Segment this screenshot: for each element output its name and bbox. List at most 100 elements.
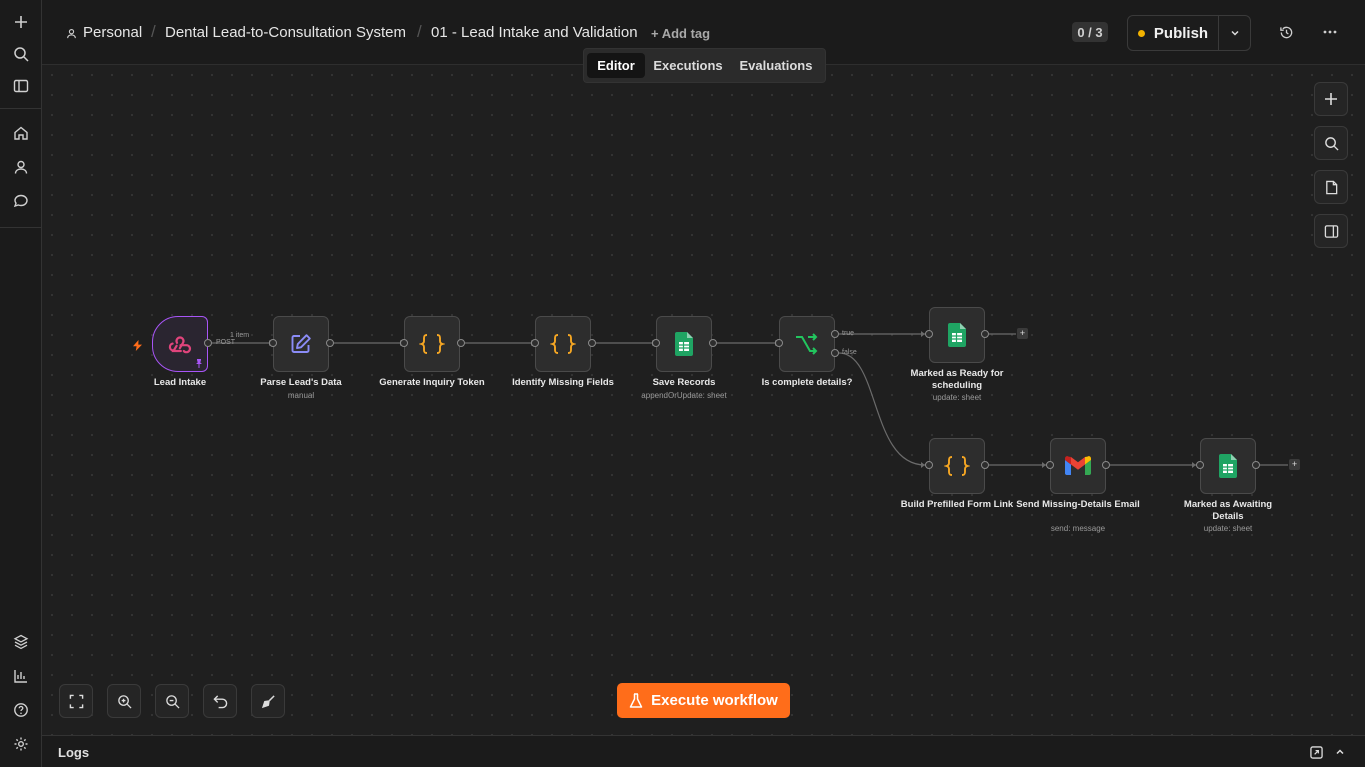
templates-icon[interactable] — [9, 630, 33, 654]
status-dot — [1137, 29, 1145, 37]
input-port[interactable] — [1196, 461, 1204, 469]
broom-icon — [261, 694, 275, 708]
tab-evaluations[interactable]: Evaluations — [734, 53, 818, 78]
search-nodes-button[interactable] — [1314, 126, 1348, 160]
tidy-up-button[interactable] — [251, 684, 285, 718]
tab-editor[interactable]: Editor — [587, 53, 645, 78]
node-is-complete-details[interactable] — [779, 316, 835, 372]
webhook-icon — [168, 336, 191, 354]
input-port[interactable] — [775, 339, 783, 347]
tab-executions[interactable]: Executions — [650, 53, 726, 78]
node-label: Send Missing-Details Email — [1016, 499, 1140, 510]
if-false-label: false — [842, 349, 857, 356]
node-label: Build Prefilled Form Link — [900, 499, 1014, 510]
pop-out-icon[interactable] — [1308, 744, 1324, 760]
sticky-note-button[interactable] — [1314, 170, 1348, 204]
zoom-in-icon — [117, 694, 132, 709]
add-node-plus-icon[interactable]: + — [1289, 459, 1300, 470]
more-options-icon[interactable] — [1320, 22, 1340, 42]
chevron-down-icon — [1230, 30, 1239, 36]
user-icon[interactable] — [9, 155, 33, 179]
output-port[interactable] — [1252, 461, 1260, 469]
output-port[interactable] — [457, 339, 465, 347]
sidebar-toggle-icon[interactable] — [9, 74, 33, 98]
trigger-bolt-icon — [133, 338, 142, 356]
node-send-missing-details-email[interactable] — [1050, 438, 1106, 494]
undo-button[interactable] — [203, 684, 237, 718]
output-port[interactable] — [204, 339, 212, 347]
node-lead-intake[interactable] — [152, 316, 208, 372]
if-true-label: true — [842, 330, 855, 337]
chat-icon[interactable] — [9, 189, 33, 213]
input-port[interactable] — [400, 339, 408, 347]
input-port[interactable] — [925, 461, 933, 469]
code-braces-icon — [944, 456, 970, 476]
help-icon[interactable] — [9, 698, 33, 722]
sticky-note-icon — [1325, 180, 1337, 194]
input-port[interactable] — [269, 339, 277, 347]
search-icon[interactable] — [9, 42, 33, 66]
publish-split-button: Publish — [1127, 15, 1251, 51]
node-subtitle: update: sheet — [1203, 524, 1253, 533]
node-marked-ready[interactable] — [929, 307, 985, 363]
node-label: Lead Intake — [153, 377, 207, 388]
left-sidebar — [0, 0, 42, 767]
webhook-method-label: POST — [216, 339, 236, 346]
settings-gear-icon[interactable] — [9, 732, 33, 756]
gmail-icon — [1065, 456, 1091, 475]
app-root: Personal / Dental Lead-to-Consultation S… — [0, 0, 1365, 767]
zoom-out-button[interactable] — [155, 684, 189, 718]
publish-button[interactable]: Publish — [1128, 16, 1219, 50]
wire-item-count: 1 item — [230, 332, 250, 339]
output-port[interactable] — [326, 339, 334, 347]
input-port[interactable] — [925, 330, 933, 338]
workflow-title[interactable]: 01 - Lead Intake and Validation — [431, 24, 638, 41]
sidebar-divider — [0, 227, 41, 228]
home-icon[interactable] — [9, 121, 33, 145]
output-port[interactable] — [709, 339, 717, 347]
undo-icon — [212, 694, 227, 708]
logs-title: Logs — [58, 745, 90, 760]
fit-view-button[interactable] — [59, 684, 93, 718]
add-node-button[interactable] — [1314, 82, 1348, 116]
zoom-in-button[interactable] — [107, 684, 141, 718]
input-port[interactable] — [531, 339, 539, 347]
output-port[interactable] — [981, 461, 989, 469]
node-label: Generate Inquiry Token — [379, 377, 485, 388]
zoom-out-icon — [165, 694, 180, 709]
toggle-panel-button[interactable] — [1314, 214, 1348, 248]
output-port[interactable] — [981, 330, 989, 338]
plus-icon[interactable] — [9, 10, 33, 34]
input-port[interactable] — [1046, 461, 1054, 469]
if-branch-icon — [796, 333, 818, 355]
node-build-prefilled-form-link[interactable] — [929, 438, 985, 494]
breadcrumb-project[interactable]: Personal — [83, 24, 142, 41]
logs-panel-bar[interactable]: Logs — [42, 735, 1365, 767]
execute-workflow-button[interactable]: Execute workflow — [617, 683, 790, 718]
node-marked-awaiting-details[interactable] — [1200, 438, 1256, 494]
node-save-records[interactable] — [656, 316, 712, 372]
output-port[interactable] — [588, 339, 596, 347]
add-node-plus-icon[interactable]: + — [1017, 328, 1028, 339]
node-generate-inquiry-token[interactable] — [404, 316, 460, 372]
input-port[interactable] — [652, 339, 660, 347]
node-subtitle: send: message — [1050, 524, 1106, 533]
node-parse-lead-data[interactable] — [273, 316, 329, 372]
output-port-true[interactable] — [831, 330, 839, 338]
output-port-false[interactable] — [831, 349, 839, 357]
google-sheets-icon — [1219, 454, 1237, 478]
sidebar-divider — [0, 108, 41, 109]
node-identify-missing-fields[interactable] — [535, 316, 591, 372]
add-tag-button[interactable]: + Add tag — [651, 26, 710, 41]
insights-chart-icon[interactable] — [9, 664, 33, 688]
output-port[interactable] — [1102, 461, 1110, 469]
history-icon[interactable] — [1276, 22, 1296, 42]
progress-counter: 0 / 3 — [1072, 22, 1108, 42]
chevron-up-icon[interactable] — [1332, 744, 1348, 760]
workflow-canvas[interactable] — [42, 65, 1365, 735]
execute-workflow-label: Execute workflow — [651, 692, 778, 709]
breadcrumb-folder[interactable]: Dental Lead-to-Consultation System — [165, 24, 406, 41]
code-braces-icon — [550, 334, 576, 354]
plus-icon — [1325, 93, 1337, 105]
publish-options-button[interactable] — [1219, 16, 1250, 50]
